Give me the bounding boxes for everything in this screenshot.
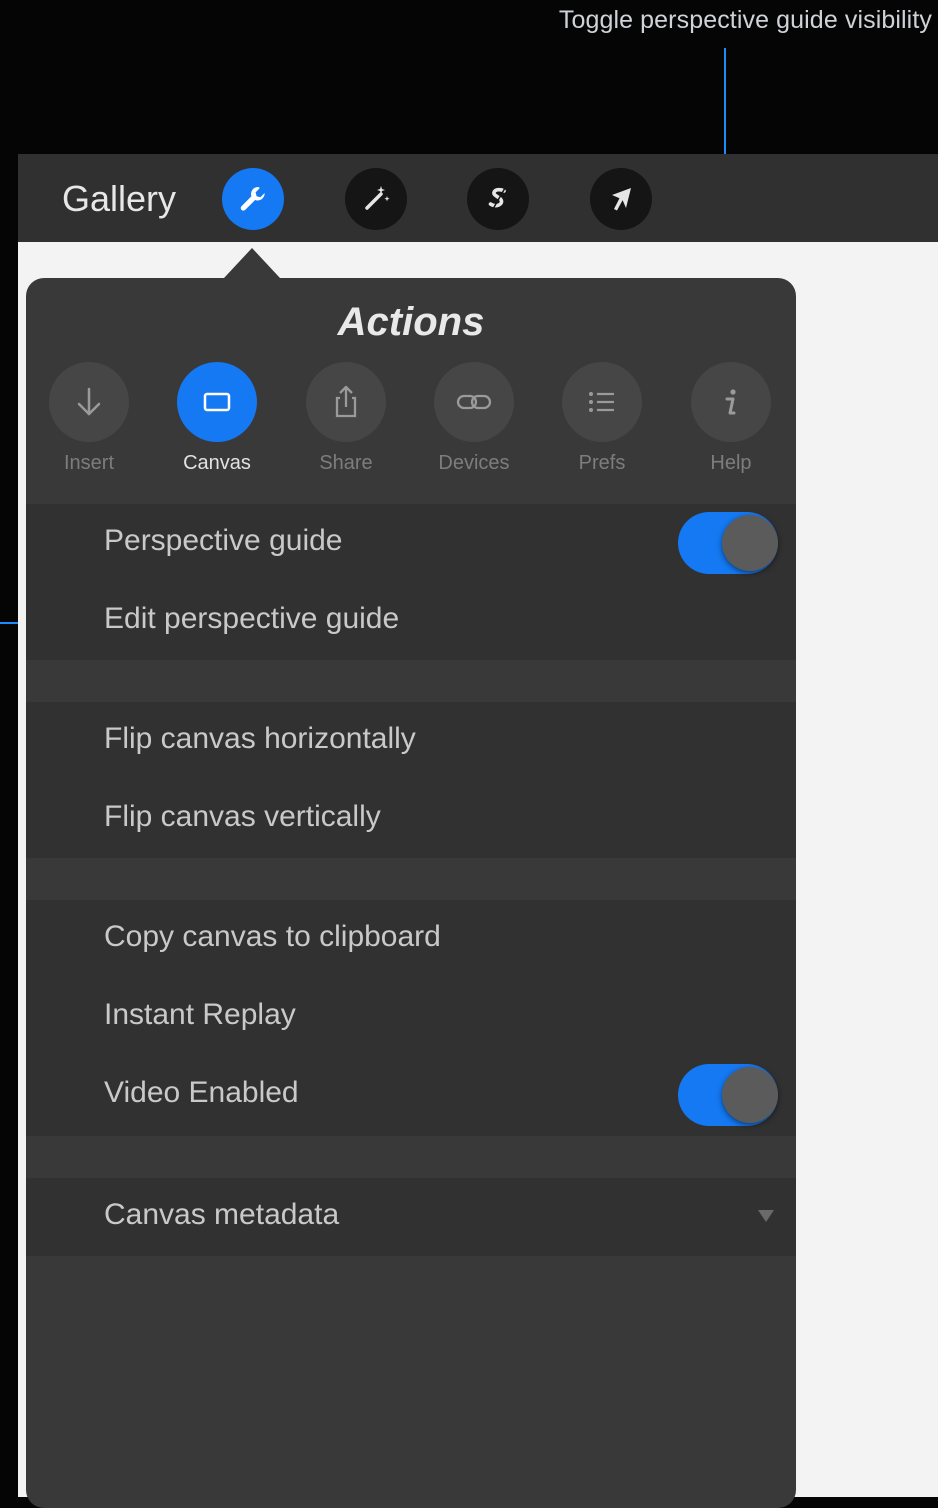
tab-share-circle	[306, 362, 386, 442]
tab-prefs-label: Prefs	[578, 452, 626, 474]
gallery-button[interactable]: Gallery	[62, 178, 176, 220]
canvas-metadata-label: Canvas metadata	[104, 1198, 340, 1231]
annotation-label: Toggle perspective guide visibility	[558, 6, 932, 34]
info-icon	[725, 389, 736, 415]
tab-canvas[interactable]: Canvas	[167, 362, 267, 475]
magic-wand-icon	[365, 186, 390, 210]
link-icon	[456, 394, 492, 410]
tab-devices-label: Devices	[438, 452, 510, 474]
actions-panel: Actions Insert Canvas Share Devices Pref…	[26, 278, 796, 1508]
video-enabled-label: Video Enabled	[104, 1076, 299, 1109]
instant-replay-label: Instant Replay	[104, 998, 296, 1031]
edit-perspective-guide-label: Edit perspective guide	[104, 602, 400, 635]
tab-help-label: Help	[710, 452, 752, 474]
selection-button[interactable]	[467, 168, 529, 230]
selection-s-icon	[488, 187, 506, 210]
toggle-knob	[722, 1067, 778, 1123]
canvas-rectangle-icon	[203, 392, 231, 412]
metadata-group: Canvas metadata	[26, 1178, 796, 1256]
tab-share[interactable]: Share	[296, 362, 396, 475]
tab-prefs-circle	[562, 362, 642, 442]
perspective-guide-toggle[interactable]	[678, 512, 778, 574]
toggle-knob	[722, 515, 778, 571]
panel-title: Actions	[337, 300, 485, 344]
tab-insert[interactable]: Insert	[39, 362, 139, 475]
chevron-down-icon	[758, 1210, 774, 1222]
flip-horizontal-label: Flip canvas horizontally	[104, 722, 416, 755]
tab-devices-circle	[434, 362, 514, 442]
copy-canvas-label: Copy canvas to clipboard	[104, 920, 441, 953]
actions-wrench-button[interactable]	[222, 168, 284, 230]
perspective-group: Perspective guide Edit perspective guide	[26, 504, 796, 660]
tab-insert-circle	[49, 362, 129, 442]
wrench-icon	[240, 187, 265, 211]
edit-perspective-guide-row[interactable]: Edit perspective guide	[26, 582, 796, 660]
app-window: Gallery Actions Insert Canvas Share Devi…	[18, 154, 938, 1508]
export-group: Copy canvas to clipboard Instant Replay …	[26, 900, 796, 1136]
popover-caret	[224, 248, 280, 278]
instant-replay-row[interactable]: Instant Replay	[26, 978, 796, 1056]
top-toolbar: Gallery	[18, 154, 938, 242]
video-enabled-toggle[interactable]	[678, 1064, 778, 1126]
perspective-guide-row[interactable]: Perspective guide	[26, 504, 796, 582]
cursor-arrow-icon	[612, 188, 631, 211]
flip-group: Flip canvas horizontally Flip canvas ver…	[26, 702, 796, 858]
tab-help[interactable]: Help	[681, 362, 781, 475]
actions-tabs: Insert Canvas Share Devices Prefs Help	[26, 362, 796, 475]
perspective-guide-label: Perspective guide	[104, 524, 343, 557]
copy-canvas-row[interactable]: Copy canvas to clipboard	[26, 900, 796, 978]
tab-canvas-label: Canvas	[183, 452, 251, 474]
tab-insert-label: Insert	[63, 452, 115, 474]
flip-vertical-row[interactable]: Flip canvas vertically	[26, 780, 796, 858]
adjustments-button[interactable]	[345, 168, 407, 230]
tab-canvas-circle	[177, 362, 257, 442]
flip-vertical-label: Flip canvas vertically	[104, 800, 381, 833]
share-icon	[335, 385, 357, 418]
canvas-metadata-row[interactable]: Canvas metadata	[26, 1178, 796, 1256]
tab-devices[interactable]: Devices	[424, 362, 524, 475]
list-icon	[589, 392, 614, 412]
tab-help-circle	[691, 362, 771, 442]
video-enabled-row[interactable]: Video Enabled	[26, 1056, 796, 1134]
transform-button[interactable]	[590, 168, 652, 230]
tab-prefs[interactable]: Prefs	[552, 362, 652, 475]
flip-horizontal-row[interactable]: Flip canvas horizontally	[26, 702, 796, 780]
down-arrow-icon	[77, 387, 101, 416]
tab-share-label: Share	[319, 452, 373, 474]
